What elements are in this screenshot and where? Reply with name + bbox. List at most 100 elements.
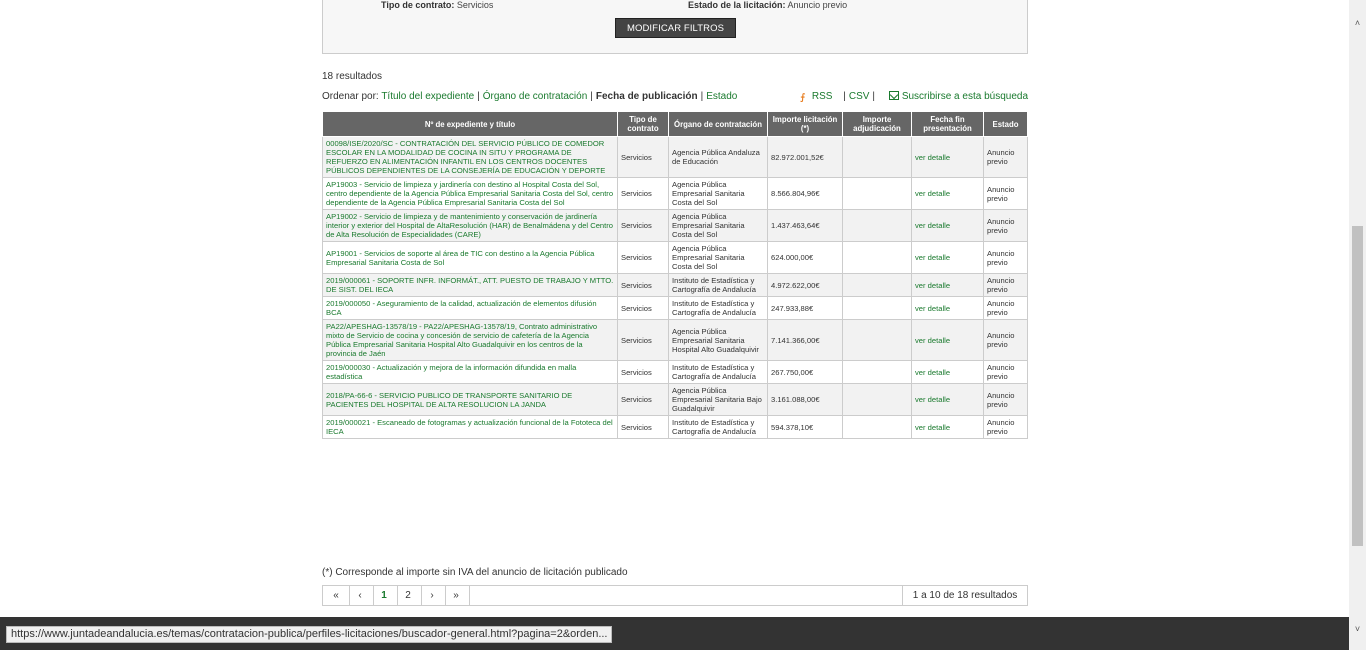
cell-organo: Instituto de Estadística y Cartografía d…	[668, 415, 768, 439]
divider	[469, 586, 470, 605]
header-organo[interactable]: Órgano de contratación	[668, 111, 768, 137]
expediente-link[interactable]: 2019/000021 - Escaneado de fotogramas y …	[326, 418, 613, 436]
ver-detalle-link[interactable]: ver detalle	[915, 304, 950, 313]
expediente-link[interactable]: AP19002 - Servicio de limpieza y de mant…	[326, 212, 613, 239]
table-row: 2019/000030 - Actualización y mejora de …	[322, 360, 1028, 384]
cell-organo: Agencia Pública Empresarial Sanitaria Co…	[668, 209, 768, 242]
sort-bar: Ordenar por: Título del expediente | Órgan…	[322, 91, 1028, 105]
cell-importe: 247.933,88€	[767, 296, 843, 320]
cell-adjudicacion	[842, 319, 912, 361]
expediente-link[interactable]: 00098/ISE/2020/SC - CONTRATACIÓN DEL SER…	[326, 139, 605, 175]
filter-status: Estado de la licitación: Anuncio previo	[688, 0, 847, 10]
ver-detalle-link[interactable]: ver detalle	[915, 253, 950, 262]
cell-organo: Agencia Pública Empresarial Sanitaria Co…	[668, 177, 768, 210]
expediente-link[interactable]: AP19001 - Servicios de soporte al área d…	[326, 249, 594, 267]
cell-estado: Anuncio previo	[983, 319, 1028, 361]
cell-fecha: ver detalle	[911, 360, 984, 384]
expediente-link[interactable]: 2019/000061 - SOPORTE INFR. INFORMÁT., A…	[326, 276, 613, 294]
cell-title: AP19002 - Servicio de limpieza y de mant…	[322, 209, 618, 242]
filter-status-value: Anuncio previo	[787, 0, 848, 10]
ver-detalle-link[interactable]: ver detalle	[915, 221, 950, 230]
ver-detalle-link[interactable]: ver detalle	[915, 153, 950, 162]
filter-contract-type-value: Servicios	[456, 0, 494, 10]
cell-title: 2019/000030 - Actualización y mejora de …	[322, 360, 618, 384]
rss-link[interactable]: RSS	[812, 91, 833, 102]
modify-filters-button[interactable]: MODIFICAR FILTROS	[615, 18, 736, 38]
cell-importe: 624.000,00€	[767, 241, 843, 274]
prev-page-button[interactable]: ‹	[350, 586, 370, 605]
header-expediente[interactable]: Nº de expediente y título	[322, 111, 618, 137]
expediente-link[interactable]: 2019/000030 - Actualización y mejora de …	[326, 363, 576, 381]
cell-estado: Anuncio previo	[983, 360, 1028, 384]
cell-fecha: ver detalle	[911, 273, 984, 297]
cell-fecha: ver detalle	[911, 209, 984, 242]
table-row: PA22/APESHAG-13578/19 - PA22/APESHAG-135…	[322, 319, 1028, 361]
page-2-button[interactable]: 2	[398, 586, 418, 605]
cell-title: AP19001 - Servicios de soporte al área d…	[322, 241, 618, 274]
scroll-thumb[interactable]	[1352, 226, 1363, 546]
header-fecha-fin[interactable]: Fecha fin presentación	[911, 111, 984, 137]
expediente-link[interactable]: 2018/PA-66-6 - SERVICIO PUBLICO DE TRANS…	[326, 391, 572, 409]
cell-organo: Agencia Pública Empresarial Sanitaria Ba…	[668, 383, 768, 416]
ver-detalle-link[interactable]: ver detalle	[915, 368, 950, 377]
cell-estado: Anuncio previo	[983, 415, 1028, 439]
scroll-up-arrow-icon[interactable]: ˄	[1349, 14, 1366, 31]
cell-title: 2019/000061 - SOPORTE INFR. INFORMÁT., A…	[322, 273, 618, 297]
header-tipo[interactable]: Tipo de contrato	[617, 111, 669, 137]
expediente-link[interactable]: 2019/000050 - Aseguramiento de la calida…	[326, 299, 597, 317]
cell-fecha: ver detalle	[911, 383, 984, 416]
cell-importe: 8.566.804,96€	[767, 177, 843, 210]
cell-title: PA22/APESHAG-13578/19 - PA22/APESHAG-135…	[322, 319, 618, 361]
header-importe-licitacion[interactable]: Importe licitación (*)	[767, 111, 843, 137]
vertical-scrollbar[interactable]: ˄ ˅	[1349, 0, 1366, 650]
subscribe-link[interactable]: Suscribirse a esta búsqueda	[902, 91, 1028, 102]
cell-adjudicacion	[842, 360, 912, 384]
filter-contract-type-label: Tipo de contrato:	[381, 0, 455, 10]
cell-fecha: ver detalle	[911, 319, 984, 361]
sort-option-title[interactable]: Título del expediente	[381, 91, 474, 102]
cell-organo: Instituto de Estadística y Cartografía d…	[668, 273, 768, 297]
cell-fecha: ver detalle	[911, 177, 984, 210]
filter-status-label: Estado de la licitación:	[688, 0, 786, 10]
page-1-button[interactable]: 1	[374, 586, 394, 605]
first-page-button[interactable]: «	[326, 586, 346, 605]
ver-detalle-link[interactable]: ver detalle	[915, 281, 950, 290]
separator: |	[700, 91, 704, 102]
table-header-row: Nº de expediente y título Tipo de contra…	[322, 111, 1028, 137]
sort-option-organ[interactable]: Órgano de contratación	[483, 91, 588, 102]
csv-link[interactable]: CSV	[849, 91, 870, 102]
ver-detalle-link[interactable]: ver detalle	[915, 423, 950, 432]
cell-organo: Agencia Pública Empresarial Sanitaria Co…	[668, 241, 768, 274]
sort-option-date-active[interactable]: Fecha de publicación	[596, 91, 698, 102]
cell-adjudicacion	[842, 273, 912, 297]
cell-organo: Agencia Pública Andaluza de Educación	[668, 136, 768, 178]
last-page-button[interactable]: »	[446, 586, 466, 605]
cell-fecha: ver detalle	[911, 296, 984, 320]
cell-organo: Instituto de Estadística y Cartografía d…	[668, 360, 768, 384]
separator: |	[872, 91, 876, 102]
scroll-down-arrow-icon[interactable]: ˅	[1349, 620, 1366, 637]
table-row: 2019/000061 - SOPORTE INFR. INFORMÁT., A…	[322, 273, 1028, 297]
ver-detalle-link[interactable]: ver detalle	[915, 189, 950, 198]
expediente-link[interactable]: AP19003 - Servicio de limpieza y jardine…	[326, 180, 613, 207]
expediente-link[interactable]: PA22/APESHAG-13578/19 - PA22/APESHAG-135…	[326, 322, 597, 358]
sort-option-status[interactable]: Estado	[706, 91, 737, 102]
cell-adjudicacion	[842, 209, 912, 242]
cell-tipo: Servicios	[617, 383, 669, 416]
next-page-button[interactable]: ›	[422, 586, 442, 605]
cell-tipo: Servicios	[617, 136, 669, 178]
header-importe-adjudicacion[interactable]: Importe adjudicación	[842, 111, 912, 137]
ver-detalle-link[interactable]: ver detalle	[915, 336, 950, 345]
cell-tipo: Servicios	[617, 319, 669, 361]
cell-title: 00098/ISE/2020/SC - CONTRATACIÓN DEL SER…	[322, 136, 618, 178]
cell-importe: 3.161.088,00€	[767, 383, 843, 416]
table-row: 2019/000050 - Aseguramiento de la calida…	[322, 296, 1028, 320]
header-estado[interactable]: Estado	[983, 111, 1028, 137]
separator: |	[477, 91, 480, 102]
envelope-icon	[888, 91, 899, 100]
cell-estado: Anuncio previo	[983, 296, 1028, 320]
pagination: « ‹ 1 2 › » 1 a 10 de 18 resultados	[322, 585, 1028, 606]
ver-detalle-link[interactable]: ver detalle	[915, 395, 950, 404]
status-bar-url: https://www.juntadeandalucia.es/temas/co…	[6, 626, 613, 643]
cell-tipo: Servicios	[617, 296, 669, 320]
